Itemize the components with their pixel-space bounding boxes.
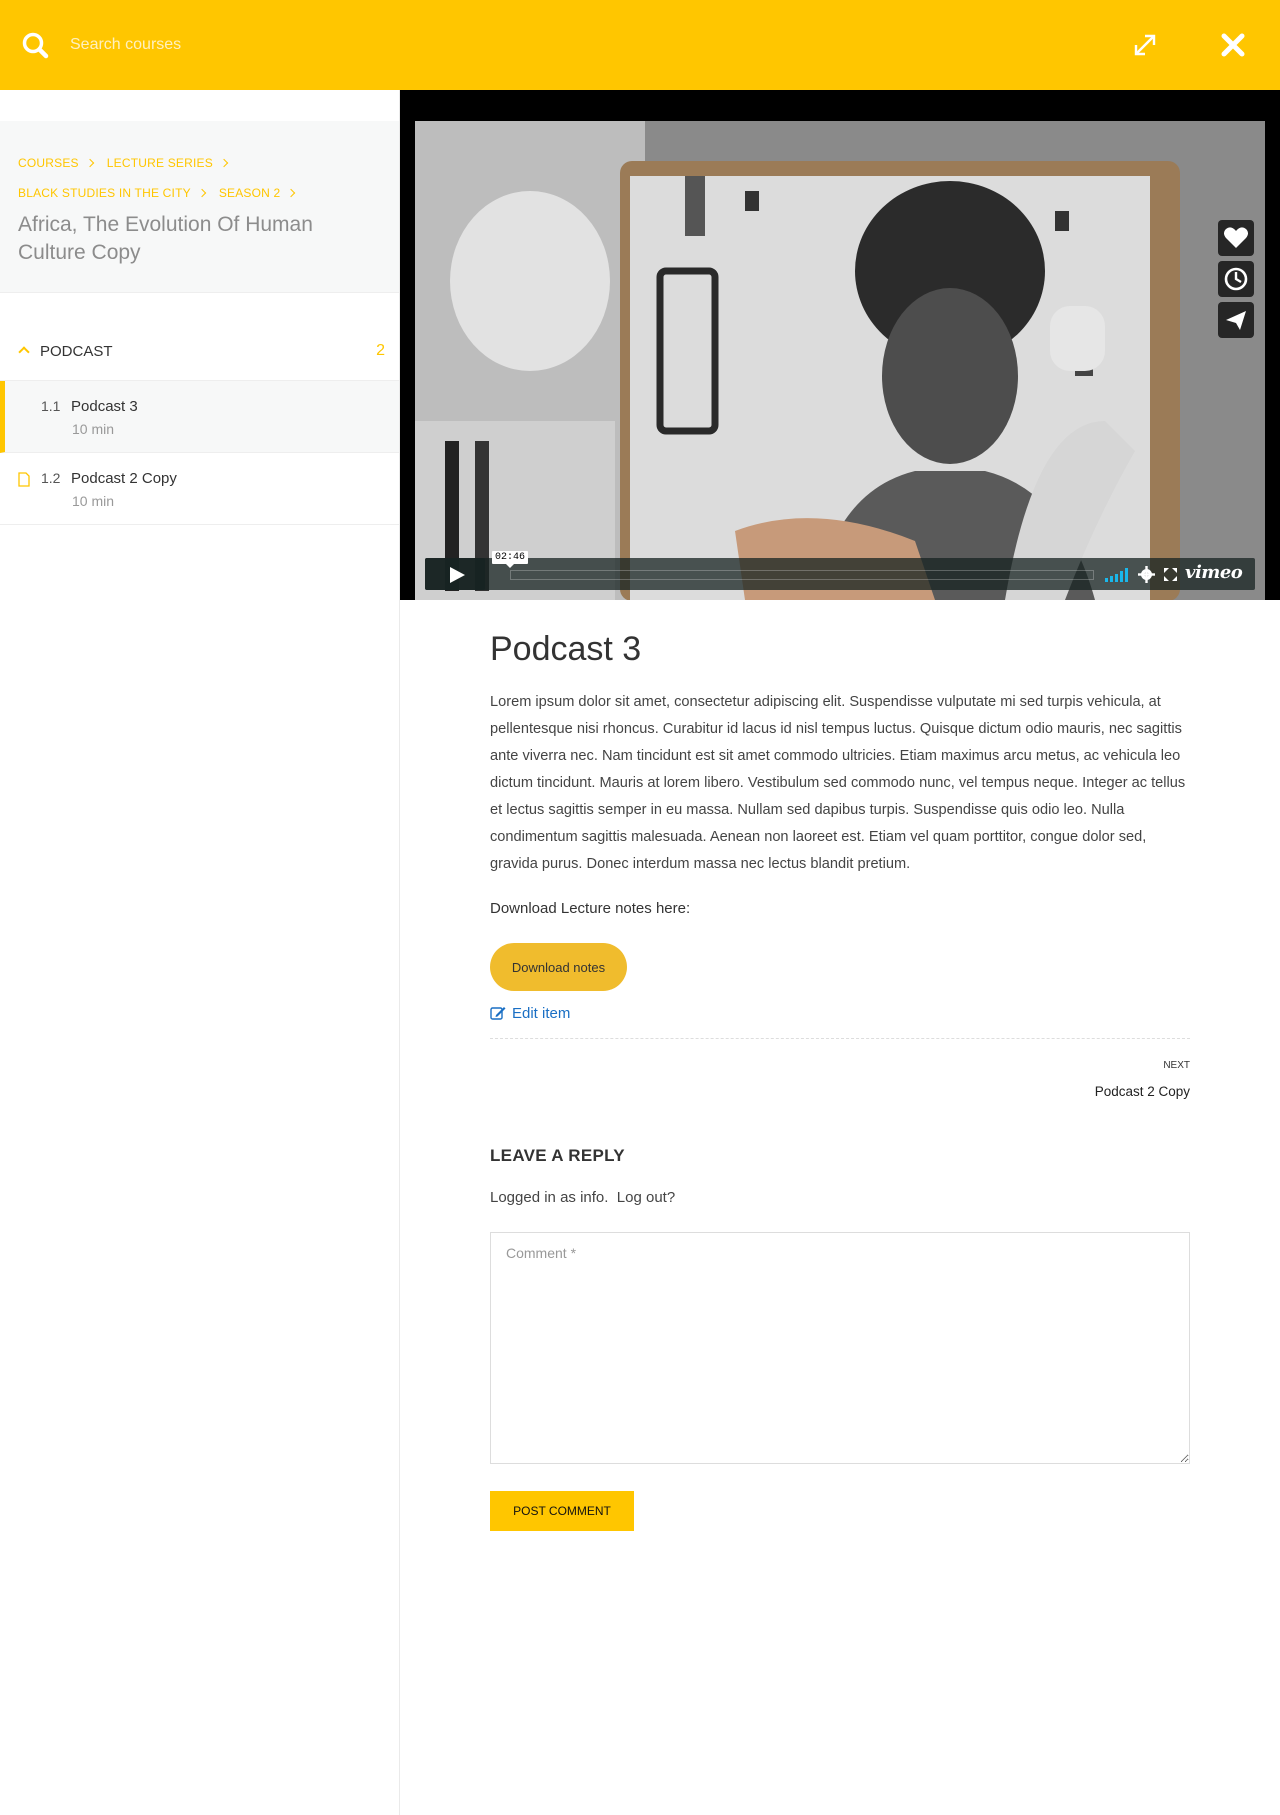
- send-icon[interactable]: [1218, 302, 1254, 338]
- section-podcast[interactable]: PODCAST 2: [0, 323, 399, 381]
- settings-gear-icon[interactable]: [1138, 566, 1155, 583]
- divider: [490, 1038, 1190, 1039]
- download-notes-button[interactable]: Download notes: [490, 943, 627, 991]
- search-icon[interactable]: [20, 30, 52, 62]
- heart-icon[interactable]: [1218, 220, 1254, 256]
- chevron-up-icon: [18, 346, 30, 358]
- course-title: Africa, The Evolution Of Human Culture C…: [18, 213, 313, 264]
- current-time: 02:46: [492, 551, 529, 568]
- logout-link[interactable]: Log out?: [617, 1189, 675, 1206]
- post-comment-button[interactable]: POST COMMENT: [490, 1491, 634, 1531]
- logged-in-status: Logged in as info. Log out?: [490, 1189, 675, 1206]
- next-label: NEXT: [1163, 1060, 1190, 1071]
- edit-item-label: Edit item: [512, 1005, 571, 1022]
- video-player: [400, 90, 1280, 600]
- lesson-title: Podcast 3: [490, 630, 642, 668]
- lesson-name: Podcast 2 Copy: [71, 470, 177, 487]
- close-icon[interactable]: [1220, 32, 1246, 58]
- clock-icon[interactable]: [1218, 261, 1254, 297]
- breadcrumb-season-2[interactable]: SEASON 2: [219, 178, 281, 208]
- download-label: Download Lecture notes here:: [490, 900, 691, 917]
- expand-icon[interactable]: [1130, 30, 1160, 60]
- top-search-bar: [0, 0, 1280, 90]
- search-input[interactable]: [62, 26, 662, 64]
- breadcrumb-lecture-series[interactable]: LECTURE SERIES: [107, 148, 213, 178]
- lesson-duration: 10 min: [72, 493, 115, 509]
- edit-item-link[interactable]: Edit item: [490, 1005, 570, 1022]
- lesson-body: Lorem ipsum dolor sit amet, consectetur …: [490, 694, 1186, 872]
- breadcrumb: COURSES LECTURE SERIES BLACK STUDIES IN T…: [18, 148, 388, 208]
- course-header: COURSES LECTURE SERIES BLACK STUDIES IN T…: [0, 121, 399, 293]
- breadcrumb-black-studies[interactable]: BLACK STUDIES IN THE CITY: [18, 178, 191, 208]
- leave-reply-heading: LEAVE A REPLY: [490, 1146, 625, 1165]
- lesson-name: Podcast 3: [71, 398, 138, 415]
- video-progress-bar[interactable]: [510, 570, 1094, 580]
- next-lesson-link[interactable]: Podcast 2 Copy: [1095, 1084, 1190, 1099]
- lesson-number: 1.2: [41, 470, 61, 486]
- video-controls: 02:46 vimeo: [425, 551, 1255, 590]
- chevron-right-icon: [219, 158, 229, 168]
- volume-icon[interactable]: [1105, 568, 1131, 582]
- play-icon: [450, 567, 465, 583]
- video-frame[interactable]: [415, 121, 1265, 600]
- lesson-duration: 10 min: [72, 421, 115, 437]
- chevron-right-icon: [85, 158, 94, 168]
- section-title: PODCAST: [40, 343, 113, 360]
- logged-in-link[interactable]: Logged in as info.: [490, 1189, 608, 1206]
- section-count: 2: [376, 342, 385, 359]
- lesson-item-podcast-2-copy[interactable]: 1.2 Podcast 2 Copy 10 min: [0, 453, 399, 525]
- fullscreen-icon[interactable]: [1163, 567, 1178, 582]
- course-curriculum-sidebar: COURSES LECTURE SERIES BLACK STUDIES IN T…: [0, 90, 400, 1815]
- lesson-number: 1.1: [41, 398, 61, 414]
- breadcrumb-courses[interactable]: COURSES: [18, 148, 79, 178]
- chevron-right-icon: [197, 188, 207, 198]
- comment-textarea[interactable]: [490, 1232, 1190, 1464]
- document-icon: [18, 472, 30, 487]
- vimeo-logo[interactable]: vimeo: [1185, 562, 1243, 583]
- chevron-right-icon: [287, 188, 296, 198]
- edit-icon: [490, 1007, 506, 1020]
- play-button[interactable]: [425, 558, 485, 590]
- lesson-item-podcast-3[interactable]: 1.1 Podcast 3 10 min: [0, 381, 399, 453]
